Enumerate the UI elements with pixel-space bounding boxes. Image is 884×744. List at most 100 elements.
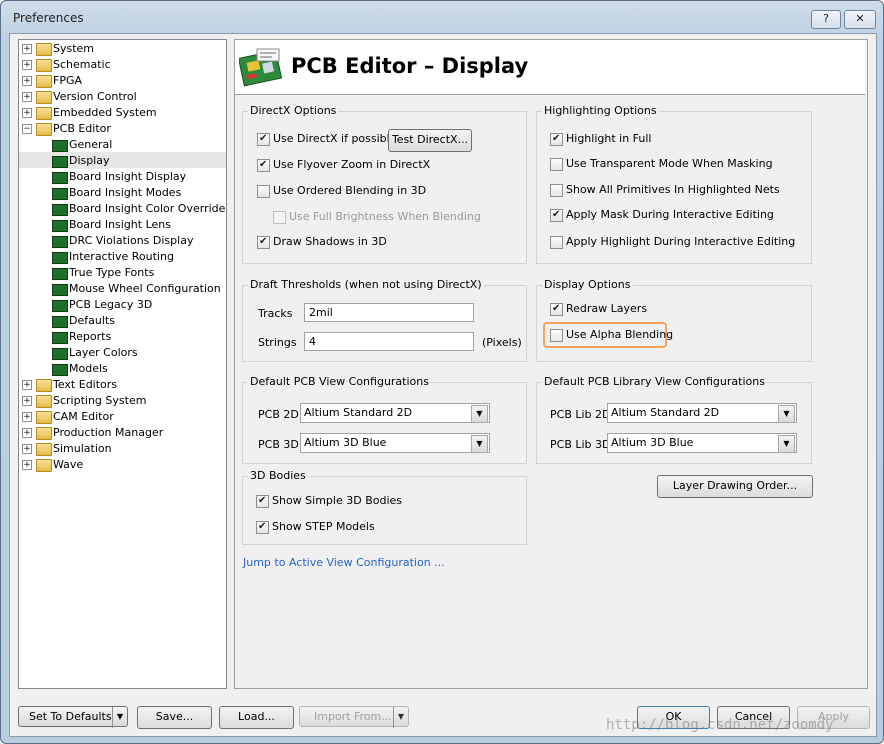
- tracks-label: Tracks: [258, 307, 293, 320]
- pcb-lib-view-config-title: Default PCB Library View Configurations: [542, 375, 767, 388]
- tree-item-label: Wave: [53, 458, 84, 471]
- preferences-window: Preferences ? ✕ + System + Schematic + FPGA + V…: [0, 0, 884, 744]
- title-bar[interactable]: Preferences ? ✕: [1, 1, 883, 33]
- display-options-title: Display Options: [542, 278, 633, 291]
- chevron-down-icon: ▼: [471, 435, 488, 453]
- dropdown-arrow-icon: ▼: [393, 707, 408, 728]
- expand-icon[interactable]: +: [22, 76, 32, 86]
- strings-label: Strings: [258, 336, 297, 349]
- set-to-defaults-button[interactable]: Set To Defaults ▼: [18, 706, 128, 728]
- tree-item-label: PCB Legacy 3D: [69, 298, 153, 311]
- preferences-tree[interactable]: + System + Schematic + FPGA + Version Control + E…: [18, 39, 227, 689]
- tree-item-label: Version Control: [53, 90, 137, 103]
- pcb-page-icon: [52, 348, 68, 360]
- import-from-button[interactable]: Import From... ▼: [299, 706, 409, 728]
- folder-icon: [36, 459, 52, 472]
- page-header: PCB Editor – Display: [235, 40, 865, 95]
- pcb-2d-select[interactable]: Altium Standard 2D ▼: [300, 403, 490, 423]
- draft-thresholds-title: Draft Thresholds (when not using DirectX…: [248, 278, 484, 291]
- pcb-lib-3d-select[interactable]: Altium 3D Blue ▼: [607, 433, 797, 453]
- expand-icon[interactable]: +: [22, 428, 32, 438]
- pcb-lib-2d-label: PCB Lib 2D: [550, 408, 611, 421]
- pcb-view-config-title: Default PCB View Configurations: [248, 375, 431, 388]
- folder-icon: [36, 43, 52, 56]
- pcb-page-icon: [52, 332, 68, 344]
- pcb-page-icon: [52, 140, 68, 152]
- pcb-page-icon: [52, 204, 68, 216]
- tree-item-label: Embedded System: [53, 106, 157, 119]
- pcb-lib-view-config-group: Default PCB Library View Configurations …: [536, 375, 812, 464]
- pcb-3d-label: PCB 3D: [258, 438, 299, 451]
- folder-icon: [36, 411, 52, 424]
- highlighting-options-title: Highlighting Options: [542, 104, 659, 117]
- tree-item-label: DRC Violations Display: [69, 234, 194, 247]
- tree-item-label: System: [53, 42, 95, 55]
- tree-item-label: PCB Editor: [53, 122, 111, 135]
- expand-icon[interactable]: +: [22, 444, 32, 454]
- tree-item-label: Board Insight Modes: [69, 186, 182, 199]
- tree-selection-highlight: [19, 152, 226, 168]
- folder-icon: [36, 75, 52, 88]
- expand-icon[interactable]: +: [22, 44, 32, 54]
- highlighting-options-group: Highlighting Options Highlight in Full U…: [536, 104, 812, 264]
- pcb-3d-select[interactable]: Altium 3D Blue ▼: [300, 433, 490, 453]
- display-options-group: Display Options Redraw Layers Use Alpha …: [536, 278, 812, 362]
- pcb-page-icon: [52, 300, 68, 312]
- tree-item-label: Board Insight Lens: [69, 218, 171, 231]
- directx-options-title: DirectX Options: [248, 104, 339, 117]
- tree-item-label: Mouse Wheel Configuration: [69, 282, 221, 295]
- window-title: Preferences: [13, 11, 84, 25]
- expand-icon[interactable]: +: [22, 460, 32, 470]
- help-button[interactable]: ?: [811, 10, 841, 29]
- folder-icon: [36, 59, 52, 72]
- expand-icon[interactable]: +: [22, 60, 32, 70]
- folder-icon: [36, 91, 52, 104]
- tracks-input[interactable]: 2mil: [304, 303, 474, 322]
- folder-icon: [36, 395, 52, 408]
- pcb-lib-2d-select[interactable]: Altium Standard 2D ▼: [607, 403, 797, 423]
- pcb-lib-3d-label: PCB Lib 3D: [550, 438, 611, 451]
- tree-item-label: Schematic: [53, 58, 111, 71]
- watermark-text: http://blog.csdn.net/zoomdy: [606, 717, 834, 733]
- dropdown-arrow-icon: ▼: [112, 707, 127, 728]
- page-title: PCB Editor – Display: [291, 54, 529, 78]
- chevron-down-icon: ▼: [778, 405, 795, 423]
- tree-item-label: CAM Editor: [53, 410, 114, 423]
- expand-icon[interactable]: +: [22, 92, 32, 102]
- pcb-page-icon: [52, 156, 68, 168]
- tree-item-label: Layer Colors: [69, 346, 138, 359]
- expand-icon[interactable]: +: [22, 412, 32, 422]
- tree-item-label: Models: [69, 362, 108, 375]
- test-directx-button[interactable]: Test DirectX...: [388, 129, 472, 152]
- expand-icon[interactable]: +: [22, 108, 32, 118]
- tree-item-label: Scripting System: [53, 394, 147, 407]
- jump-to-active-view-link[interactable]: Jump to Active View Configuration ...: [243, 556, 445, 569]
- draft-thresholds-group: Draft Thresholds (when not using DirectX…: [242, 278, 527, 362]
- tree-item-label: Board Insight Display: [69, 170, 187, 183]
- tree-item-label: Production Manager: [53, 426, 164, 439]
- close-button[interactable]: ✕: [844, 10, 876, 29]
- expand-icon[interactable]: +: [22, 380, 32, 390]
- directx-options-group: DirectX Options Use DirectX if possible …: [242, 104, 527, 264]
- pcb-page-icon: [52, 284, 68, 296]
- chevron-down-icon: ▼: [471, 405, 488, 423]
- pcb-page-icon: [52, 236, 68, 248]
- strings-input[interactable]: 4: [304, 332, 474, 351]
- pcb-view-config-group: Default PCB View Configurations PCB 2D A…: [242, 375, 527, 464]
- 3d-bodies-title: 3D Bodies: [248, 469, 308, 482]
- tree-item-label: Interactive Routing: [69, 250, 174, 263]
- collapse-icon[interactable]: −: [22, 124, 32, 134]
- settings-panel: PCB Editor – Display DirectX Options Use…: [234, 39, 868, 689]
- expand-icon[interactable]: +: [22, 396, 32, 406]
- save-button[interactable]: Save...: [137, 706, 212, 729]
- load-button[interactable]: Load...: [219, 706, 294, 729]
- pcb-page-icon: [52, 316, 68, 328]
- folder-icon: [36, 427, 52, 440]
- layer-drawing-order-button[interactable]: Layer Drawing Order...: [657, 475, 813, 498]
- chevron-down-icon: ▼: [778, 435, 795, 453]
- tree-item-label: Board Insight Color Overrides: [69, 202, 227, 215]
- pcb-page-icon: [52, 188, 68, 200]
- pcb-2d-label: PCB 2D: [258, 408, 299, 421]
- tree-item-label: Display: [69, 153, 110, 169]
- pcb-page-icon: [52, 268, 68, 280]
